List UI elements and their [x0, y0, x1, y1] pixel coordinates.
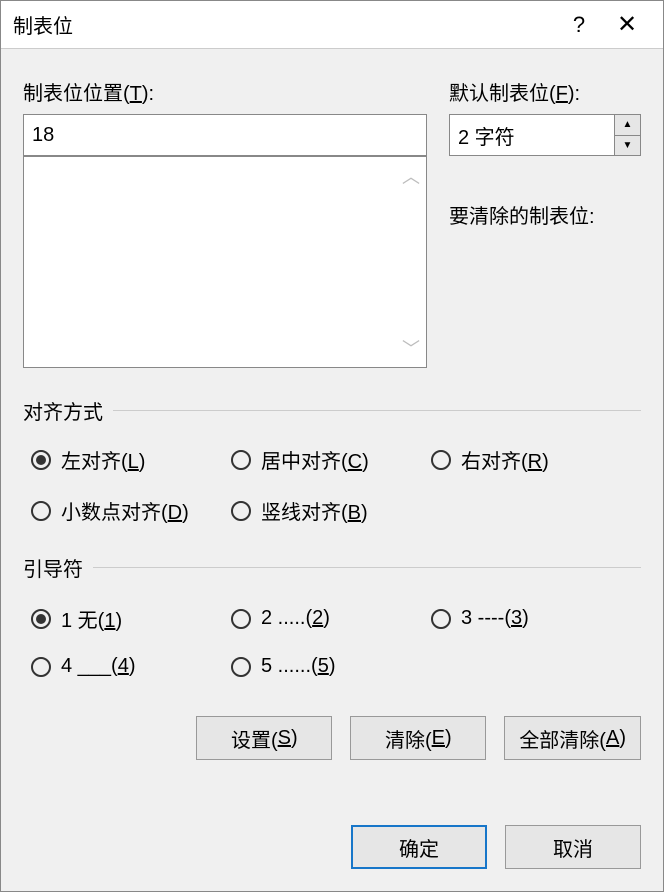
ok-button[interactable]: 确定 [351, 825, 487, 869]
radio-label: 右对齐(R) [461, 445, 549, 474]
divider [113, 410, 641, 411]
radio-align-left[interactable]: 左对齐(L) [31, 445, 231, 474]
radio-align-center[interactable]: 居中对齐(C) [231, 445, 431, 474]
scroll-up-icon: ︿ [402, 163, 420, 189]
radio-label: 1 无(1) [61, 604, 122, 633]
default-tab-label: 默认制表位(F): [449, 77, 641, 106]
set-button[interactable]: 设置(S) [196, 716, 332, 760]
radio-leader-underscore[interactable]: 4 ___(4) [31, 655, 231, 678]
tab-stops-listbox[interactable]: ︿ ﹀ [23, 156, 427, 368]
radio-leader-dots1[interactable]: 2 .....(2) [231, 604, 431, 633]
radio-label: 3 ----(3) [461, 607, 529, 630]
spinner-up-icon[interactable]: ▲ [615, 115, 640, 136]
alignment-group: 对齐方式 左对齐(L) 居中对齐(C) 右对齐(R) 小数点 [23, 396, 641, 525]
dialog-title: 制表位 [13, 10, 555, 39]
default-tab-value[interactable]: 2 字符 [450, 115, 614, 155]
radio-label: 4 ___(4) [61, 655, 136, 678]
leader-group: 引导符 1 无(1) 2 .....(2) 3 ----(3) [23, 553, 641, 678]
radio-align-bar[interactable]: 竖线对齐(B) [231, 496, 431, 525]
radio-icon [231, 450, 251, 470]
radio-icon [231, 501, 251, 521]
dialog-content: 制表位位置(T): ︿ ﹀ 默认制表位(F): 2 字符 ▲ ▼ 要清除的制表位… [1, 49, 663, 780]
radio-label: 2 .....(2) [261, 607, 330, 630]
radio-leader-dashes[interactable]: 3 ----(3) [431, 604, 641, 633]
radio-label: 竖线对齐(B) [261, 496, 368, 525]
radio-icon [231, 657, 251, 677]
tabs-dialog: 制表位 ? ✕ 制表位位置(T): ︿ ﹀ 默认制表位(F): 2 字符 ▲ ▼ [0, 0, 664, 892]
radio-align-right[interactable]: 右对齐(R) [431, 445, 641, 474]
radio-icon [31, 450, 51, 470]
alignment-title: 对齐方式 [23, 396, 103, 425]
radio-label: 左对齐(L) [61, 445, 145, 474]
radio-icon [431, 450, 451, 470]
cancel-button[interactable]: 取消 [505, 825, 641, 869]
dialog-buttons: 确定 取消 [351, 825, 641, 869]
radio-leader-dots2[interactable]: 5 ......(5) [231, 655, 431, 678]
clear-all-button[interactable]: 全部清除(A) [504, 716, 641, 760]
radio-icon [31, 501, 51, 521]
radio-label: 居中对齐(C) [261, 445, 369, 474]
radio-label: 5 ......(5) [261, 655, 335, 678]
divider [93, 567, 641, 568]
help-button[interactable]: ? [555, 1, 603, 49]
radio-icon [31, 609, 51, 629]
spinner-down-icon[interactable]: ▼ [615, 136, 640, 156]
default-tab-spinner[interactable]: 2 字符 ▲ ▼ [449, 114, 641, 156]
title-bar: 制表位 ? ✕ [1, 1, 663, 49]
clear-button[interactable]: 清除(E) [350, 716, 486, 760]
tab-position-input[interactable] [23, 114, 427, 156]
action-buttons: 设置(S) 清除(E) 全部清除(A) [23, 716, 641, 760]
radio-leader-none[interactable]: 1 无(1) [31, 604, 231, 633]
radio-label: 小数点对齐(D) [61, 496, 189, 525]
to-clear-label: 要清除的制表位: [449, 200, 641, 229]
leader-title: 引导符 [23, 553, 83, 582]
radio-icon [431, 609, 451, 629]
tab-position-label: 制表位位置(T): [23, 77, 427, 106]
radio-icon [231, 609, 251, 629]
radio-icon [31, 657, 51, 677]
radio-align-decimal[interactable]: 小数点对齐(D) [31, 496, 231, 525]
close-button[interactable]: ✕ [603, 1, 651, 49]
scroll-down-icon: ﹀ [402, 335, 420, 361]
